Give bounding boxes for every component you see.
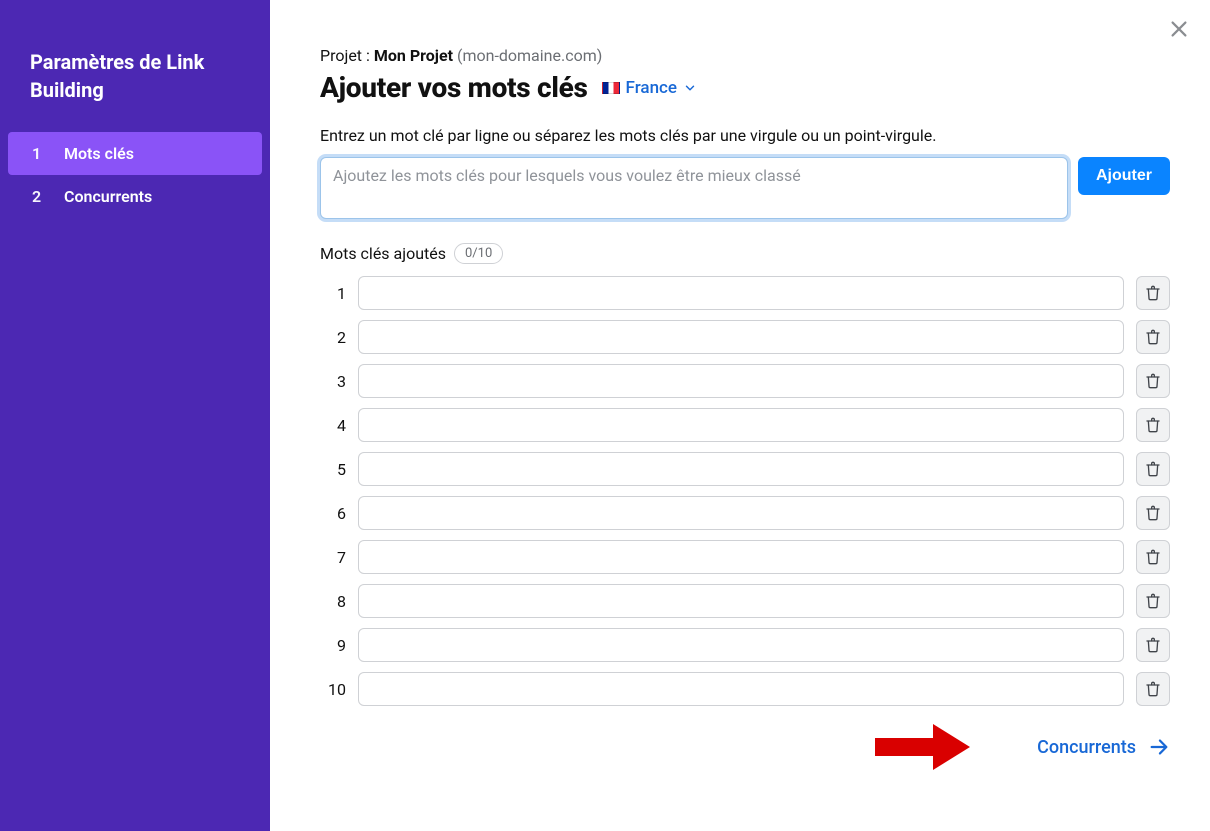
sidebar-title: Paramètres de Link Building <box>0 48 270 132</box>
france-flag-icon <box>602 82 620 94</box>
trash-icon <box>1145 461 1161 477</box>
sidebar: Paramètres de Link Building 1 Mots clés … <box>0 0 270 831</box>
delete-keyword-button[interactable] <box>1136 408 1170 442</box>
delete-keyword-button[interactable] <box>1136 496 1170 530</box>
next-step-link[interactable]: Concurrents <box>1037 736 1170 758</box>
delete-keyword-button[interactable] <box>1136 320 1170 354</box>
keyword-row: 7 <box>320 540 1170 574</box>
sidebar-item-number: 1 <box>32 144 46 163</box>
keyword-row: 2 <box>320 320 1170 354</box>
sidebar-item-number: 2 <box>32 187 46 206</box>
trash-icon <box>1145 637 1161 653</box>
keyword-row: 1 <box>320 276 1170 310</box>
trash-icon <box>1145 373 1161 389</box>
keyword-row-number: 4 <box>320 416 346 435</box>
keyword-row: 9 <box>320 628 1170 662</box>
delete-keyword-button[interactable] <box>1136 540 1170 574</box>
sidebar-nav: 1 Mots clés 2 Concurrents <box>0 132 270 218</box>
keywords-count-badge: 0/10 <box>454 243 503 264</box>
keyword-row: 5 <box>320 452 1170 486</box>
keyword-input[interactable] <box>358 452 1124 486</box>
arrow-right-icon <box>1148 736 1170 758</box>
delete-keyword-button[interactable] <box>1136 628 1170 662</box>
keyword-input[interactable] <box>358 276 1124 310</box>
keyword-row: 10 <box>320 672 1170 706</box>
add-button[interactable]: Ajouter <box>1078 157 1170 195</box>
trash-icon <box>1145 285 1161 301</box>
next-step-label: Concurrents <box>1037 737 1136 758</box>
keyword-row-number: 10 <box>320 680 346 699</box>
chevron-down-icon <box>683 81 697 95</box>
keyword-input[interactable] <box>358 364 1124 398</box>
annotation-arrow <box>875 724 970 770</box>
delete-keyword-button[interactable] <box>1136 452 1170 486</box>
delete-keyword-button[interactable] <box>1136 672 1170 706</box>
keyword-row: 4 <box>320 408 1170 442</box>
page-title: Ajouter vos mots clés <box>320 71 588 104</box>
keyword-row-number: 1 <box>320 284 346 303</box>
added-keywords-label: Mots clés ajoutés <box>320 244 446 263</box>
trash-icon <box>1145 681 1161 697</box>
trash-icon <box>1145 593 1161 609</box>
project-prefix: Projet : <box>320 46 374 65</box>
sidebar-item-competitors[interactable]: 2 Concurrents <box>8 175 262 218</box>
keyword-row-number: 3 <box>320 372 346 391</box>
trash-icon <box>1145 417 1161 433</box>
keyword-input[interactable] <box>358 628 1124 662</box>
country-selector[interactable]: France <box>602 78 697 98</box>
delete-keyword-button[interactable] <box>1136 584 1170 618</box>
keywords-textarea[interactable] <box>320 157 1068 219</box>
sidebar-item-keywords[interactable]: 1 Mots clés <box>8 132 262 175</box>
keyword-row-number: 7 <box>320 548 346 567</box>
keyword-input[interactable] <box>358 320 1124 354</box>
instruction-text: Entrez un mot clé par ligne ou séparez l… <box>320 126 1170 145</box>
sidebar-item-label: Concurrents <box>64 187 152 206</box>
project-domain: (mon-domaine.com) <box>457 46 602 65</box>
keyword-input[interactable] <box>358 672 1124 706</box>
trash-icon <box>1145 549 1161 565</box>
keyword-row-number: 2 <box>320 328 346 347</box>
keyword-input[interactable] <box>358 496 1124 530</box>
country-label: France <box>626 78 677 98</box>
keyword-row: 6 <box>320 496 1170 530</box>
project-breadcrumb: Projet : Mon Projet (mon-domaine.com) <box>320 46 1170 65</box>
keyword-row-number: 9 <box>320 636 346 655</box>
delete-keyword-button[interactable] <box>1136 364 1170 398</box>
close-button[interactable] <box>1162 12 1196 46</box>
trash-icon <box>1145 505 1161 521</box>
delete-keyword-button[interactable] <box>1136 276 1170 310</box>
main-content: Projet : Mon Projet (mon-domaine.com) Aj… <box>270 0 1210 831</box>
keyword-input[interactable] <box>358 408 1124 442</box>
sidebar-item-label: Mots clés <box>64 144 134 163</box>
keyword-row-number: 6 <box>320 504 346 523</box>
trash-icon <box>1145 329 1161 345</box>
keyword-row-number: 5 <box>320 460 346 479</box>
keyword-row: 3 <box>320 364 1170 398</box>
keywords-list: 1 2 3 4 5 6 7 8 9 10 <box>320 276 1170 706</box>
keyword-input[interactable] <box>358 540 1124 574</box>
close-icon <box>1168 18 1190 40</box>
keyword-row-number: 8 <box>320 592 346 611</box>
project-name: Mon Projet <box>374 46 453 65</box>
keyword-row: 8 <box>320 584 1170 618</box>
keyword-input[interactable] <box>358 584 1124 618</box>
